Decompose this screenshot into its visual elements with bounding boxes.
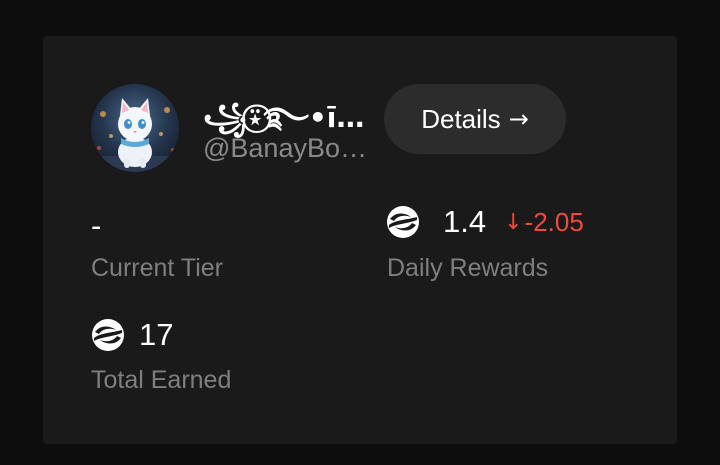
arrow-right-icon: → xyxy=(508,105,529,133)
total-earned-row: 17 xyxy=(91,317,173,353)
daily-rewards-row: 1.4 ↓ -2.05 xyxy=(386,204,584,240)
token-coin-icon xyxy=(92,319,124,351)
avatar-image xyxy=(91,84,179,172)
arrow-down-icon: ↓ xyxy=(504,209,523,235)
total-earned-label: Total Earned xyxy=(91,366,232,394)
daily-rewards-delta: ↓ -2.05 xyxy=(504,207,584,238)
daily-rewards-delta-value: -2.05 xyxy=(524,206,584,237)
details-button[interactable]: Details → xyxy=(384,84,566,154)
details-button-label: Details xyxy=(421,103,501,134)
daily-rewards-label: Daily Rewards xyxy=(387,254,549,282)
current-tier-label: Current Tier xyxy=(91,254,223,282)
avatar[interactable] xyxy=(91,84,179,172)
username-handle: @BanayBo… xyxy=(203,133,367,163)
current-tier-value: - xyxy=(91,208,102,243)
total-earned-value: 17 xyxy=(139,317,174,352)
token-coin-icon xyxy=(387,206,419,238)
rewards-card: ꧁⍣⃝࿐•īm… @BanayBo… Details → - Current T… xyxy=(43,36,677,444)
daily-rewards-value: 1.4 xyxy=(443,204,487,239)
